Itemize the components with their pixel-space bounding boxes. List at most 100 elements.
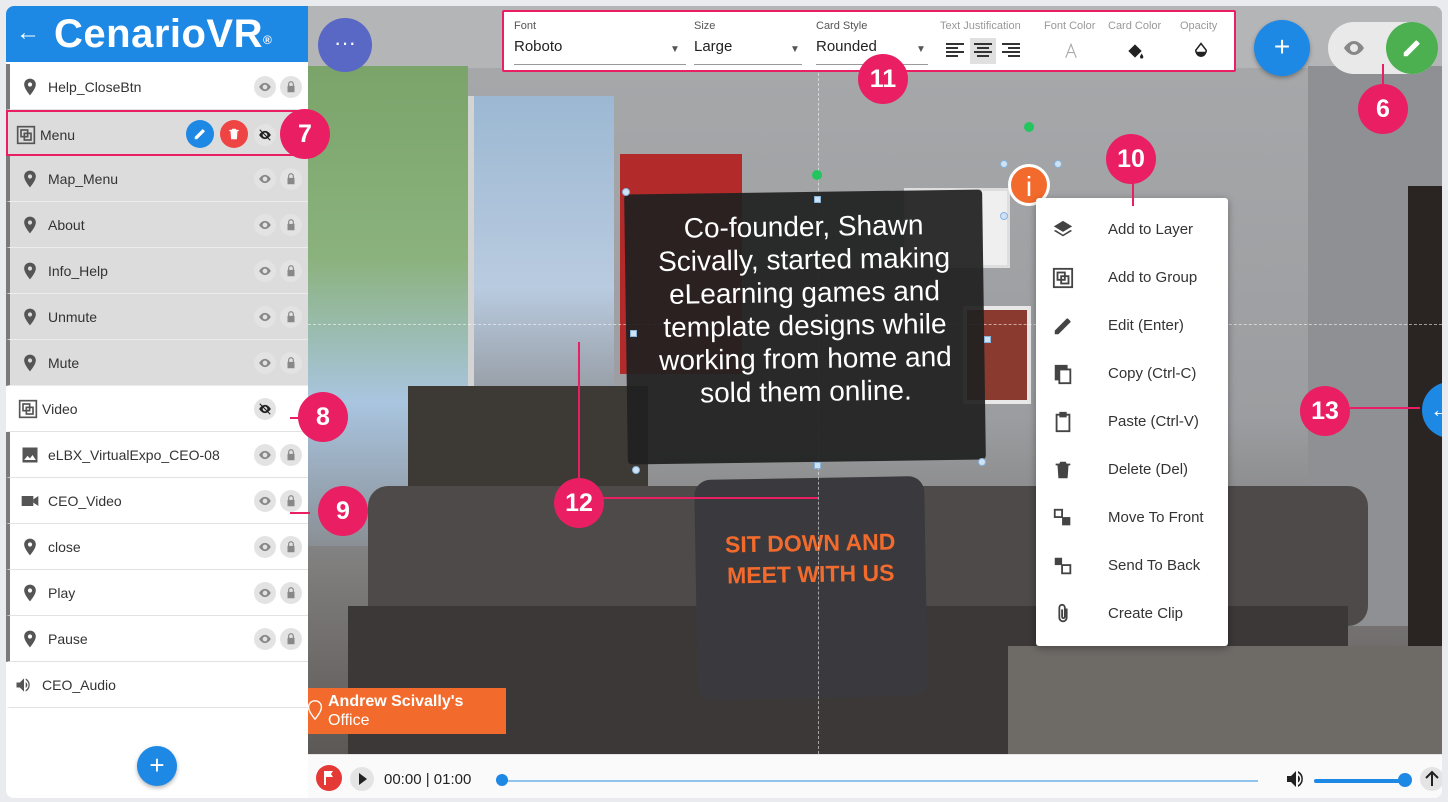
visibility-eye-icon[interactable] bbox=[254, 536, 276, 558]
brand-logo: CenarioVR® bbox=[54, 12, 272, 56]
resize-handle[interactable] bbox=[1000, 160, 1008, 168]
layer-row-unmute[interactable]: Unmute bbox=[6, 294, 308, 340]
map-pin-icon bbox=[24, 308, 36, 326]
card-color-button[interactable] bbox=[1124, 40, 1146, 62]
resize-handle[interactable] bbox=[622, 188, 630, 196]
lock-icon[interactable] bbox=[280, 76, 302, 98]
image-icon bbox=[22, 447, 38, 463]
visibility-eye-icon[interactable] bbox=[254, 352, 276, 374]
visibility-eye-icon[interactable] bbox=[254, 582, 276, 604]
menu-item-label: Paste (Ctrl-V) bbox=[1108, 413, 1199, 430]
layer-row-menu[interactable]: Menu bbox=[6, 110, 308, 156]
lock-icon[interactable] bbox=[280, 582, 302, 604]
timeline-bar: 00:00 | 01:00 bbox=[308, 754, 1442, 798]
rotate-handle[interactable] bbox=[812, 170, 822, 180]
add-object-button[interactable]: + bbox=[1254, 20, 1310, 76]
menu-item-copy[interactable]: Copy (Ctrl-C) bbox=[1036, 350, 1228, 398]
visibility-eye-icon[interactable] bbox=[254, 214, 276, 236]
size-select[interactable]: Size Large ▼ bbox=[694, 20, 802, 65]
lock-icon[interactable] bbox=[280, 352, 302, 374]
visibility-eye-icon[interactable] bbox=[254, 168, 276, 190]
eye-icon[interactable] bbox=[1342, 36, 1366, 60]
volume-slider[interactable] bbox=[1314, 779, 1404, 783]
lock-icon[interactable] bbox=[280, 490, 302, 512]
office-label-hotspot[interactable]: Andrew Scivally's Office bbox=[308, 688, 506, 734]
menu-item-create-clip[interactable]: Create Clip bbox=[1036, 590, 1228, 638]
visibility-hidden-icon[interactable] bbox=[254, 398, 276, 420]
volume-thumb[interactable] bbox=[1398, 773, 1412, 787]
trademark: ® bbox=[263, 33, 273, 47]
visibility-hidden-icon[interactable] bbox=[254, 124, 276, 146]
font-color-button[interactable] bbox=[1060, 40, 1082, 62]
menu-item-add-to-group[interactable]: Add to Group bbox=[1036, 254, 1228, 302]
visibility-eye-icon[interactable] bbox=[254, 76, 276, 98]
resize-handle[interactable] bbox=[1054, 160, 1062, 168]
resize-handle[interactable] bbox=[632, 466, 640, 474]
visibility-eye-icon[interactable] bbox=[254, 260, 276, 282]
lock-icon[interactable] bbox=[280, 444, 302, 466]
visibility-eye-icon[interactable] bbox=[254, 490, 276, 512]
layer-row-play[interactable]: Play bbox=[6, 570, 308, 616]
back-arrow-icon[interactable]: ← bbox=[16, 18, 40, 48]
font-select[interactable]: Font Roboto ▼ bbox=[514, 20, 686, 65]
layer-row-help-closebtn[interactable]: Help_CloseBtn bbox=[6, 64, 308, 110]
timeline-track[interactable] bbox=[502, 780, 1258, 782]
align-left-button[interactable] bbox=[942, 38, 968, 64]
text-card[interactable]: Co-founder, Shawn Scivally, started maki… bbox=[624, 189, 986, 465]
visibility-eye-icon[interactable] bbox=[254, 306, 276, 328]
visibility-eye-icon[interactable] bbox=[254, 628, 276, 650]
resize-handle[interactable] bbox=[984, 336, 991, 343]
layer-row-pause[interactable]: Pause bbox=[6, 616, 308, 662]
card-style-select[interactable]: Card Style Rounded ▼ bbox=[816, 20, 928, 65]
layer-row-close[interactable]: close bbox=[6, 524, 308, 570]
add-marker-button[interactable] bbox=[316, 765, 342, 791]
lock-icon[interactable] bbox=[280, 260, 302, 282]
dropdown-arrow-icon: ▼ bbox=[916, 44, 926, 55]
menu-item-paste[interactable]: Paste (Ctrl-V) bbox=[1036, 398, 1228, 446]
volume-icon[interactable] bbox=[1284, 767, 1308, 791]
expand-up-button[interactable] bbox=[1420, 767, 1442, 791]
resize-handle[interactable] bbox=[978, 458, 986, 466]
lock-icon[interactable] bbox=[280, 628, 302, 650]
align-center-button[interactable] bbox=[970, 38, 996, 64]
lock-icon[interactable] bbox=[280, 214, 302, 236]
layer-row-ceo-video[interactable]: CEO_Video bbox=[6, 478, 308, 524]
font-value: Roboto bbox=[514, 38, 563, 55]
visibility-eye-icon[interactable] bbox=[254, 444, 276, 466]
text-justification-caption: Text Justification bbox=[940, 20, 1021, 32]
menu-item-edit[interactable]: Edit (Enter) bbox=[1036, 302, 1228, 350]
layer-row-mute[interactable]: Mute bbox=[6, 340, 308, 386]
edit-layer-button[interactable] bbox=[186, 120, 214, 148]
vr-scene-canvas[interactable]: SIT DOWN AND MEET WITH US Co-founder, Sh… bbox=[308, 6, 1442, 754]
menu-item-send-to-back[interactable]: Send To Back bbox=[1036, 542, 1228, 590]
more-options-button[interactable]: ··· bbox=[318, 18, 372, 72]
timeline-scrubber[interactable] bbox=[496, 774, 508, 786]
menu-item-add-to-layer[interactable]: Add to Layer bbox=[1036, 206, 1228, 254]
align-right-button[interactable] bbox=[998, 38, 1024, 64]
layer-row-video[interactable]: Video bbox=[6, 386, 308, 432]
lock-icon[interactable] bbox=[280, 168, 302, 190]
rotate-handle[interactable] bbox=[1024, 122, 1034, 132]
menu-item-move-to-front[interactable]: Move To Front bbox=[1036, 494, 1228, 542]
layer-row-ceo-audio[interactable]: CEO_Audio bbox=[6, 662, 308, 708]
paperclip-icon bbox=[1058, 603, 1068, 623]
edit-mode-button[interactable] bbox=[1386, 22, 1438, 74]
play-button[interactable] bbox=[350, 767, 374, 791]
resize-handle[interactable] bbox=[814, 196, 821, 203]
layer-row-map-menu[interactable]: Map_Menu bbox=[6, 156, 308, 202]
add-layer-button[interactable]: + bbox=[137, 746, 177, 786]
layer-row-elbx-virtualexpo[interactable]: eLBX_VirtualExpo_CEO-08 bbox=[6, 432, 308, 478]
opacity-button[interactable] bbox=[1190, 40, 1212, 62]
layer-label: About bbox=[48, 217, 85, 233]
resize-handle[interactable] bbox=[630, 330, 637, 337]
layer-row-info-help[interactable]: Info_Help bbox=[6, 248, 308, 294]
annotation-badge: 13 bbox=[1300, 386, 1350, 436]
delete-layer-button[interactable] bbox=[220, 120, 248, 148]
resize-handle[interactable] bbox=[1000, 212, 1008, 220]
menu-item-delete[interactable]: Delete (Del) bbox=[1036, 446, 1228, 494]
lock-icon[interactable] bbox=[280, 536, 302, 558]
lock-icon[interactable] bbox=[280, 306, 302, 328]
brand-name: CenarioVR bbox=[54, 12, 263, 56]
layer-row-about[interactable]: About bbox=[6, 202, 308, 248]
resize-handle[interactable] bbox=[814, 462, 821, 469]
